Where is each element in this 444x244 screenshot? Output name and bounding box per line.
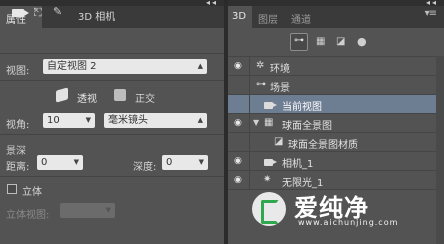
perspective-option[interactable]: 透视: [77, 90, 97, 105]
divider-line: [0, 176, 224, 177]
depth-value: 0: [166, 157, 173, 168]
column-divider: [249, 57, 250, 76]
material-icon: ◪: [274, 136, 284, 147]
watermark-logo-icon: [252, 192, 286, 226]
stereo-view-label: 立体视图:: [6, 210, 50, 221]
tree-row-panorama-material[interactable]: ◪ 球面全景图材质: [228, 133, 436, 152]
tree-row-label: 场景: [270, 83, 290, 94]
visibility-eye-icon[interactable]: ◉: [234, 61, 242, 71]
tab-3d[interactable]: 3D: [232, 11, 246, 22]
material-filter-icon[interactable]: ◪: [336, 36, 345, 47]
section-label: 3D 相机: [78, 12, 116, 23]
chevron-down-icon: ▼: [73, 158, 79, 166]
tree-row-label: 球面全景图材质: [288, 140, 358, 151]
orthographic-option[interactable]: 正交: [135, 90, 155, 105]
distance-value: 0: [41, 157, 48, 168]
mesh-icon: ▦: [264, 117, 274, 128]
tree-row-label: 球面全景图: [282, 121, 332, 132]
scene-icon: ⊶: [256, 79, 266, 90]
angle-select[interactable]: 10 ▼: [43, 113, 95, 128]
stereo-checkbox[interactable]: [7, 184, 17, 194]
mesh-filter-icon[interactable]: ▦: [316, 36, 325, 47]
camera-icon: [264, 101, 277, 112]
scrollbar[interactable]: [436, 56, 444, 244]
column-divider: [249, 133, 250, 152]
angle-value: 10: [47, 115, 60, 126]
tree-row-scene[interactable]: ⊶ 场景: [228, 76, 436, 95]
tree-row-label: 相机_1: [282, 159, 314, 170]
tree-row-spherical-panorama[interactable]: ◉ ▼ ▦ 球面全景图: [228, 114, 436, 133]
angle-label: 视角:: [6, 120, 30, 131]
divider-line: [0, 134, 224, 135]
light-filter-icon[interactable]: ●: [357, 35, 367, 48]
visibility-eye-icon[interactable]: ◉: [234, 175, 242, 185]
chevron-down-icon: ▼: [105, 206, 111, 214]
column-divider: [249, 152, 250, 171]
updown-arrow-icon: ▲: [197, 116, 203, 124]
tree-row-label: 当前视图: [282, 102, 322, 113]
light-icon: ✷: [263, 174, 272, 185]
tab-channels[interactable]: 通道: [291, 11, 311, 26]
brush-icon[interactable]: ✎: [53, 5, 62, 18]
visibility-eye-icon[interactable]: ◉: [234, 156, 242, 166]
depth-of-field-title: 景深: [6, 146, 26, 157]
visibility-eye-icon[interactable]: ◉: [234, 118, 242, 128]
depth-label: 深度:: [133, 162, 157, 173]
divider-line: [0, 80, 224, 81]
tree-row-camera-1[interactable]: ◉ 相机_1: [228, 152, 436, 171]
view-select-value: 自定视图 2: [47, 61, 97, 72]
watermark: 爱纯净 www.aichunjing.com: [246, 186, 436, 232]
chevron-down-icon: ▼: [198, 158, 204, 166]
environment-icon: ✲: [256, 60, 265, 71]
lens-unit-select[interactable]: 毫米镜头 ▲: [104, 113, 207, 128]
stereo-label: 立体: [22, 187, 42, 198]
depth-select[interactable]: 0 ▼: [162, 155, 208, 170]
camera-icon[interactable]: [12, 9, 29, 17]
column-divider: [249, 95, 250, 114]
chevron-down-icon: ▼: [85, 116, 91, 124]
camera-icon: [264, 158, 277, 169]
tree-row-environment[interactable]: ◉ ✲ 环境: [228, 57, 436, 76]
distance-select[interactable]: 0 ▼: [37, 155, 83, 170]
hierarchy-icon: ⊶: [294, 35, 304, 46]
panel-menu-icon[interactable]: ▾≡: [425, 8, 437, 19]
properties-icon-row: [0, 29, 224, 53]
divider-line: [0, 53, 224, 54]
view-label: 视图:: [6, 66, 30, 77]
column-divider: [249, 114, 250, 133]
stereo-view-select[interactable]: ▼: [60, 203, 115, 218]
tree-row-current-view[interactable]: 当前视图: [228, 95, 436, 114]
view-select[interactable]: 自定视图 2 ▲: [43, 59, 207, 74]
tab-layers[interactable]: 图层: [258, 11, 278, 26]
watermark-url: www.aichunjing.com: [298, 218, 399, 227]
distance-label: 距离:: [6, 162, 30, 173]
orthographic-cube-icon[interactable]: [114, 89, 126, 101]
expand-triangle-icon[interactable]: ▼: [253, 118, 259, 127]
scene-properties-icon[interactable]: ⛶: [34, 6, 42, 20]
updown-arrow-icon: ▲: [197, 62, 203, 70]
whole-scene-filter-button[interactable]: ⊶: [290, 33, 308, 51]
column-divider: [249, 76, 250, 95]
lens-unit-value: 毫米镜头: [108, 115, 148, 126]
tree-row-label: 环境: [270, 64, 290, 75]
